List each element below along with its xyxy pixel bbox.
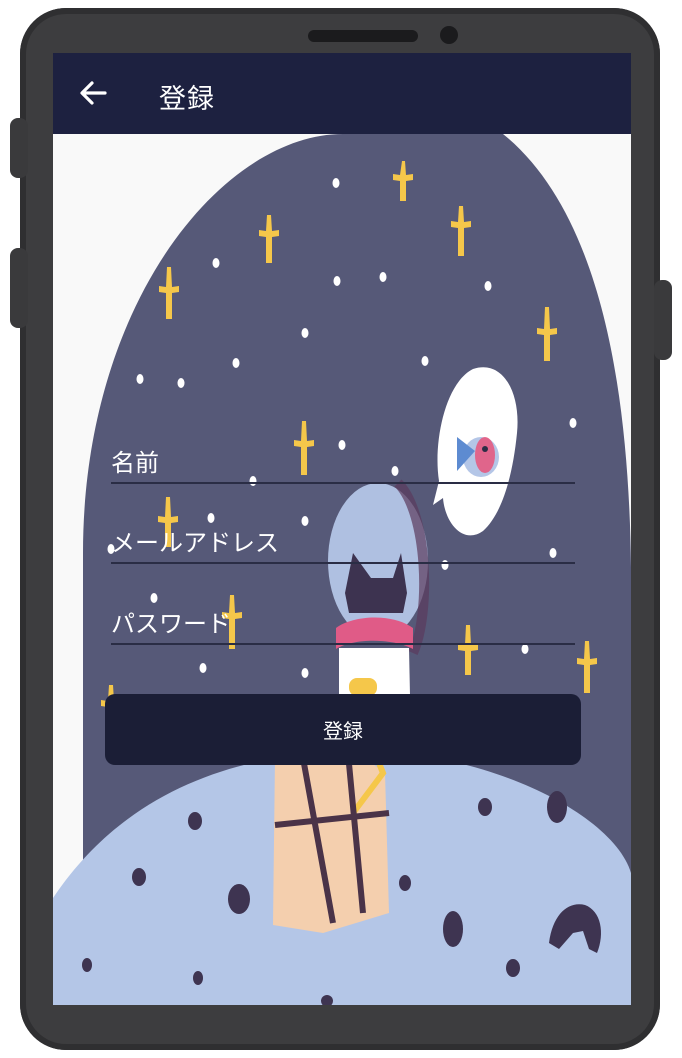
app-screen: 登録 名前 メールアドレス パスワード 登録 [53,53,631,1005]
phone-speaker [308,30,418,42]
page-title: 登録 [159,84,215,115]
phone-side-button [10,118,28,178]
email-field[interactable]: メールアドレス [111,522,579,564]
register-button[interactable]: 登録 [105,694,581,765]
app-bar: 登録 [53,53,631,134]
arrow-left-icon[interactable] [77,75,111,111]
phone-camera [440,26,458,44]
password-field[interactable]: パスワード [111,603,579,645]
password-input[interactable] [111,603,579,645]
name-input[interactable] [111,442,579,484]
phone-side-button [654,280,672,360]
phone-side-button [10,248,28,328]
name-field[interactable]: 名前 [111,442,579,484]
registration-form: 名前 メールアドレス パスワード 登録 [53,53,631,1005]
email-input[interactable] [111,522,579,564]
